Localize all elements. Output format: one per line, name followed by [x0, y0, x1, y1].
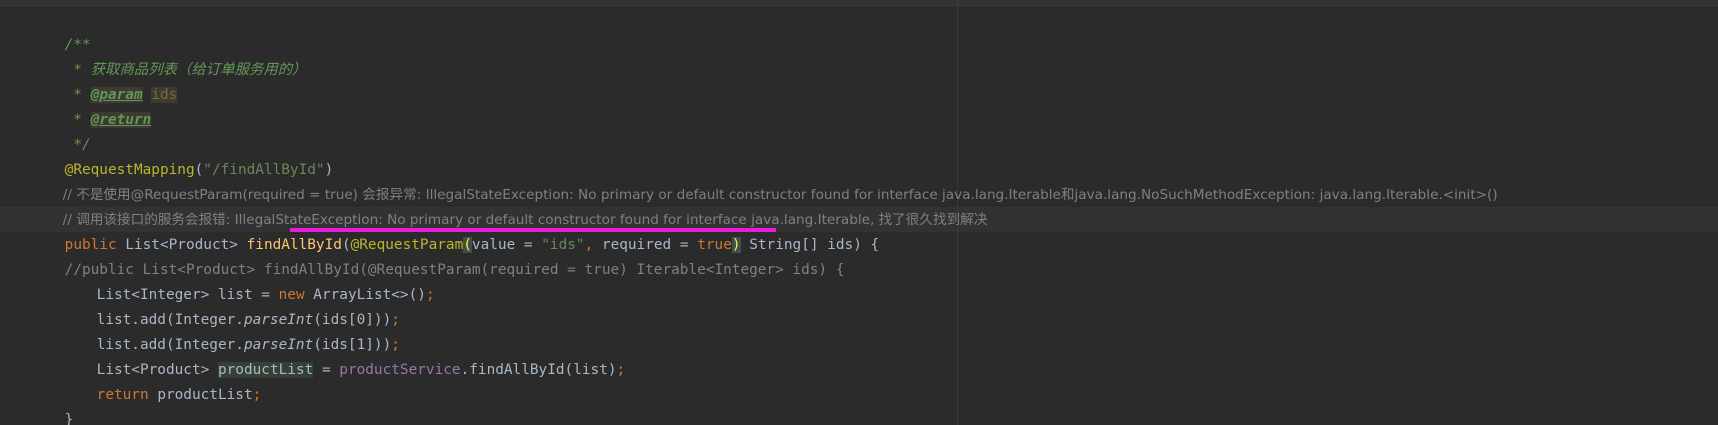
return-var: productList — [157, 387, 253, 403]
equals-sign: = — [313, 362, 340, 378]
code-line-comment-1[interactable]: // 不是使用@RequestParam(required = true) 会报… — [30, 158, 1498, 203]
code-line-request-mapping[interactable]: @RequestMapping("/findAllById") — [30, 133, 334, 178]
semicolon: ; — [425, 287, 435, 303]
code-line-product-list[interactable]: List<Product> productList = productServi… — [62, 333, 625, 378]
brace-open: { — [870, 237, 880, 253]
service-call: .findAllById(list) — [460, 362, 617, 378]
field-product-service: productService — [339, 362, 461, 378]
code-line-add-1[interactable]: list.add(Integer.parseInt(ids[1])); — [62, 308, 400, 353]
semicolon: ; — [616, 362, 626, 378]
editor-top-border — [0, 0, 1718, 6]
semicolon: ; — [252, 387, 262, 403]
doc-return-tag: @return — [90, 112, 152, 128]
doc-param-name: ids — [151, 87, 178, 103]
code-line-list-decl[interactable]: List<Integer> list = new ArrayList<>(); — [62, 258, 435, 303]
code-line-doc-open[interactable]: /** — [30, 8, 91, 53]
brace-close: } — [64, 412, 74, 425]
code-line-doc-desc[interactable]: * 获取商品列表（给订单服务用的） — [30, 33, 306, 78]
annotation-underline-marker — [290, 228, 776, 232]
code-line-add-0[interactable]: list.add(Integer.parseInt(ids[0])); — [62, 283, 400, 328]
code-line-comment-2[interactable]: // 调用该接口的服务会报错: IllegalStateException: N… — [30, 183, 988, 228]
code-line-return[interactable]: return productList; — [62, 358, 262, 403]
code-line-doc-param[interactable]: * @param ids — [30, 58, 178, 103]
code-line-commented-signature[interactable]: //public List<Product> findAllById(@Requ… — [30, 233, 845, 278]
code-line-close-brace[interactable]: } — [30, 383, 74, 425]
keyword-return: return — [96, 387, 149, 403]
code-line-doc-close[interactable]: */ — [30, 108, 90, 153]
paren-close: ) — [853, 237, 862, 253]
code-line-doc-return[interactable]: * @return — [30, 83, 152, 128]
code-editor[interactable]: /** * 获取商品列表（给订单服务用的） * @param ids * @re… — [0, 0, 1718, 425]
